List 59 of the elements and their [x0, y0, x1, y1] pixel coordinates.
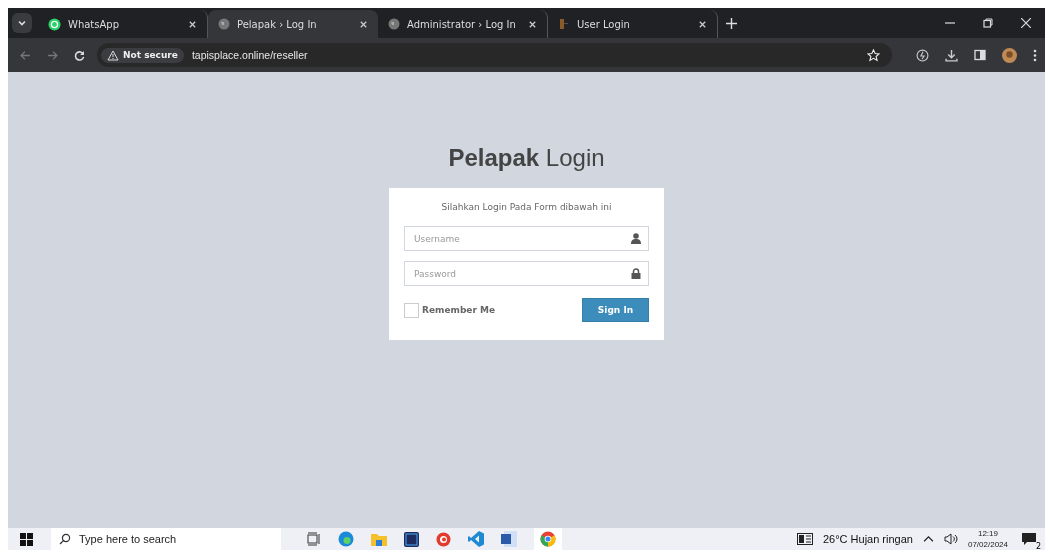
document-app-icon[interactable] — [501, 531, 517, 547]
new-tab-icon[interactable] — [726, 17, 737, 29]
star-icon[interactable] — [867, 48, 880, 62]
image-editor-icon[interactable] — [404, 531, 419, 547]
close-icon[interactable] — [188, 19, 197, 29]
side-panel-icon[interactable] — [974, 49, 986, 61]
password-field[interactable]: Password — [404, 261, 649, 286]
close-icon[interactable] — [528, 19, 537, 29]
address-bar[interactable]: Not secure tapisplace.online/reseller — [97, 43, 892, 67]
speaker-icon[interactable] — [943, 533, 958, 545]
folder-icon[interactable] — [371, 532, 387, 546]
checkbox[interactable] — [404, 302, 419, 318]
news-icon[interactable] — [796, 533, 813, 545]
reload-icon[interactable] — [74, 49, 85, 61]
lock-icon — [631, 268, 641, 279]
back-arrow-icon[interactable] — [20, 49, 31, 61]
tab-title: Pelapak › Log In — [237, 18, 318, 30]
avatar-icon[interactable] — [1002, 47, 1017, 63]
tab-title: User Login — [577, 18, 631, 30]
menu-icon[interactable] — [1033, 48, 1037, 62]
browser-tab[interactable]: Pelapak › Log In — [208, 10, 378, 38]
chevron-down-icon — [17, 18, 27, 28]
notification-count: 2 — [1033, 541, 1043, 550]
chevron-up-icon[interactable] — [922, 535, 934, 543]
target-app-icon[interactable] — [436, 531, 451, 547]
clock-time[interactable]: 12:19 — [977, 528, 998, 539]
windows-start-icon[interactable] — [20, 532, 33, 546]
chat-bubble-icon — [48, 17, 61, 31]
browser-app-icon[interactable] — [534, 528, 562, 550]
security-label: Not secure — [123, 50, 178, 60]
taskbar-search-field[interactable]: Type here to search — [51, 528, 281, 550]
page-title: Pelapak Login — [448, 144, 605, 172]
url-text: tapisplace.online/reseller — [191, 49, 308, 61]
book-icon — [558, 18, 570, 30]
globe-icon — [218, 18, 230, 30]
close-icon[interactable] — [359, 19, 368, 29]
security-chip[interactable]: Not secure — [101, 47, 184, 63]
checkbox-label: Remember Me — [422, 305, 496, 315]
tab-title: WhatsApp — [68, 18, 121, 30]
sign-in-button[interactable]: Sign In — [582, 298, 649, 322]
message-icon — [1022, 532, 1036, 546]
username-field[interactable]: Username — [404, 226, 649, 251]
search-icon — [59, 533, 71, 545]
tab-title: Administrator › Log In — [407, 18, 517, 30]
restore-icon[interactable] — [983, 18, 993, 28]
tab-search-button[interactable] — [12, 13, 32, 33]
code-editor-icon[interactable] — [468, 531, 484, 547]
weather-text[interactable]: 26°C Hujan ringan — [822, 533, 913, 545]
download-icon[interactable] — [945, 48, 958, 62]
close-icon[interactable] — [1021, 18, 1031, 28]
globe-icon — [388, 18, 400, 30]
clock-date[interactable]: 07/02/2024 — [967, 539, 1008, 550]
task-view-icon[interactable] — [307, 532, 321, 546]
login-instructions: Silahkan Login Pada Form dibawah ini — [440, 202, 613, 212]
user-icon — [631, 233, 641, 244]
warning-icon — [107, 49, 119, 61]
forward-arrow-icon[interactable] — [47, 49, 58, 61]
close-icon[interactable] — [698, 19, 707, 29]
remember-checkbox[interactable]: Remember Me — [404, 302, 496, 318]
